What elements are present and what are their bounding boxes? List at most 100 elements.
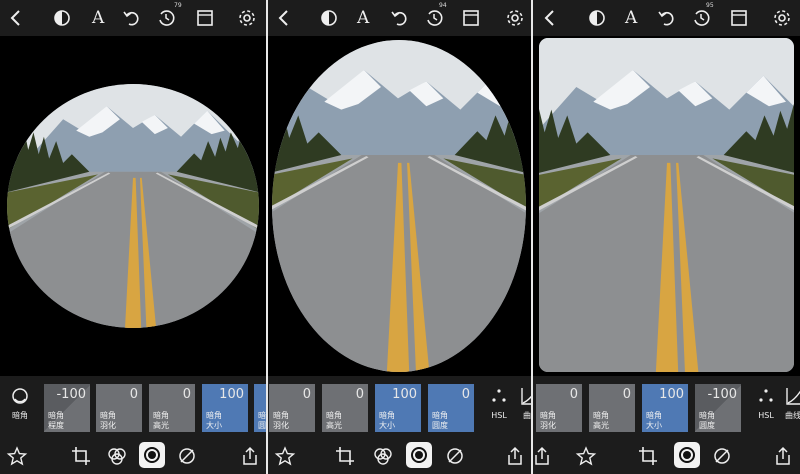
vignette-icon[interactable]: [674, 442, 700, 468]
vignette-icon[interactable]: [139, 442, 165, 468]
curve-icon: [786, 388, 800, 405]
bottom-toolbar: [0, 438, 266, 474]
panel-2: A 94 0 暗角 羽化 0 暗角 高光 100 暗角 大小 0 暗角 圆度 H…: [268, 0, 531, 474]
chevron-left-icon[interactable]: [539, 7, 561, 29]
history-count-badge: 79: [174, 2, 182, 9]
tile-value: 0: [461, 387, 470, 402]
curve-tool-label: 曲: [523, 411, 531, 420]
tile-value: -100: [707, 387, 737, 402]
share-icon[interactable]: [533, 445, 553, 467]
photo-canvas[interactable]: [533, 36, 800, 376]
chevron-left-icon[interactable]: [5, 7, 27, 29]
dots-icon: [759, 389, 773, 402]
vignette-tool[interactable]: 暗角: [6, 386, 34, 420]
tile-value: 100: [392, 387, 417, 402]
share-icon[interactable]: [772, 445, 794, 467]
undo-icon[interactable]: [656, 7, 678, 29]
compare-icon[interactable]: [728, 7, 750, 29]
gear-icon[interactable]: [236, 7, 258, 29]
curve-icon: [521, 388, 531, 405]
vignette-size-tile[interactable]: 100 暗角 大小: [375, 384, 421, 432]
history-icon[interactable]: [155, 7, 177, 29]
retouch-icon[interactable]: [711, 445, 733, 467]
blend-icon[interactable]: [106, 445, 128, 467]
crop-icon[interactable]: [334, 445, 356, 467]
star-icon[interactable]: [274, 445, 296, 467]
tile-sublabel: 高光: [593, 421, 609, 430]
crop-icon[interactable]: [70, 445, 92, 467]
tile-sublabel: 圆度: [432, 421, 448, 430]
vignette-feather-tile[interactable]: 0 暗角 羽化: [269, 384, 315, 432]
history-count-badge: 94: [439, 2, 447, 9]
tile-label: 暗角: [273, 411, 289, 420]
vignette-feather-tile[interactable]: 0 暗角 羽化: [96, 384, 142, 432]
vignette-highlight-tile[interactable]: 0 暗角 高光: [149, 384, 195, 432]
tile-value: 100: [659, 387, 684, 402]
hsl-tool[interactable]: HSL: [486, 386, 512, 420]
vignette-size-tile[interactable]: 100 暗角 大小: [642, 384, 688, 432]
tile-sublabel: 大小: [379, 421, 395, 430]
mask-icon[interactable]: [51, 7, 73, 29]
tile-sublabel: 圆: [258, 421, 266, 430]
undo-icon[interactable]: [389, 7, 411, 29]
tile-label: 暗角: [153, 411, 169, 420]
tile-sublabel: 大小: [206, 421, 222, 430]
gear-icon[interactable]: [771, 7, 793, 29]
photo-canvas[interactable]: [268, 36, 531, 376]
tile-label: 暗角: [48, 411, 64, 420]
photo-canvas[interactable]: [0, 36, 266, 376]
vignette-amount-tile[interactable]: -100 暗角 程度: [44, 384, 90, 432]
curve-tool[interactable]: 曲: [520, 386, 531, 420]
compare-icon[interactable]: [460, 7, 482, 29]
bottom-toolbar: [533, 438, 800, 474]
undo-icon[interactable]: [121, 7, 143, 29]
tile-sublabel: 大小: [646, 421, 662, 430]
history-icon[interactable]: [423, 7, 445, 29]
tile-value: 0: [302, 387, 311, 402]
compare-icon[interactable]: [194, 7, 216, 29]
tile-label: 暗角: [593, 411, 609, 420]
tile-sublabel: 羽化: [100, 421, 116, 430]
vignette-roundness-tile[interactable]: -100 暗角 圆度: [695, 384, 741, 432]
gear-icon[interactable]: [504, 7, 526, 29]
vignette-roundness-tile[interactable]: 0 暗角 圆度: [428, 384, 474, 432]
chevron-left-icon[interactable]: [273, 7, 295, 29]
star-icon[interactable]: [575, 445, 597, 467]
vignette-icon[interactable]: [406, 442, 432, 468]
tile-label: 暗角: [100, 411, 116, 420]
dots-icon: [492, 389, 506, 402]
tile-label: 暗角: [206, 411, 222, 420]
text-icon[interactable]: A: [92, 8, 104, 28]
vignette-adjust-strip: 0 暗角 羽化 0 暗角 高光 100 暗角 大小 0 暗角 圆度 HSL 曲: [268, 376, 531, 438]
retouch-icon[interactable]: [444, 445, 466, 467]
hsl-tool[interactable]: HSL: [753, 386, 779, 420]
curve-tool-label: 曲线: [785, 411, 800, 420]
tile-value: 0: [129, 387, 138, 402]
top-toolbar: A 94: [268, 0, 531, 36]
tile-value: 0: [569, 387, 578, 402]
crop-icon[interactable]: [637, 445, 659, 467]
text-icon[interactable]: A: [357, 8, 369, 28]
text-icon[interactable]: A: [625, 8, 637, 28]
mask-icon[interactable]: [318, 7, 340, 29]
tile-value: 100: [219, 387, 244, 402]
vignette-feather-tile[interactable]: 0 暗角 羽化: [536, 384, 582, 432]
history-icon[interactable]: [690, 7, 712, 29]
blend-icon[interactable]: [372, 445, 394, 467]
tile-sublabel: 羽化: [540, 421, 556, 430]
mask-icon[interactable]: [586, 7, 608, 29]
bottom-toolbar: [268, 438, 531, 474]
vignette-icon: [12, 388, 28, 404]
tile-sublabel: 高光: [326, 421, 342, 430]
curve-tool[interactable]: 曲线: [785, 386, 800, 420]
retouch-icon[interactable]: [176, 445, 198, 467]
share-icon[interactable]: [239, 445, 261, 467]
share-icon[interactable]: [504, 445, 526, 467]
star-icon[interactable]: [6, 445, 28, 467]
panel-1: A 79 暗角 -100 暗角 程度 0 暗角 羽化 0 暗角 高光 100 暗…: [0, 0, 266, 474]
tile-value: 0: [355, 387, 364, 402]
vignette-roundness-tile[interactable]: 暗 圆: [254, 384, 266, 432]
vignette-highlight-tile[interactable]: 0 暗角 高光: [589, 384, 635, 432]
vignette-highlight-tile[interactable]: 0 暗角 高光: [322, 384, 368, 432]
vignette-size-tile[interactable]: 100 暗角 大小: [202, 384, 248, 432]
